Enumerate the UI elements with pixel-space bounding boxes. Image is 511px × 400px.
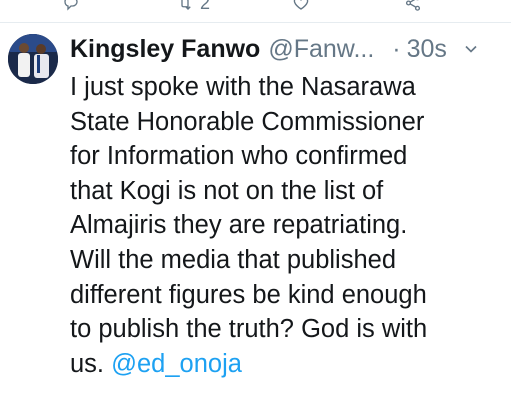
tweet-text-line: I just spoke with the Nasarawa	[70, 73, 416, 101]
author-name[interactable]: Kingsley Fanwo	[70, 35, 260, 64]
tweet-text-line: different figures be kind enough	[70, 280, 427, 309]
reply-button[interactable]	[62, 0, 80, 12]
share-icon	[405, 0, 421, 11]
avatar-photo	[8, 34, 58, 84]
tweet-timestamp[interactable]: 30s	[407, 35, 447, 64]
tweet-text-line: State Honorable Commissioner	[70, 107, 425, 136]
retweet-button[interactable]: 2	[176, 0, 210, 12]
tweet-text-line: to publish the truth? God is with	[70, 315, 428, 344]
separator-dot: ·	[392, 34, 401, 63]
like-icon	[293, 0, 309, 10]
reply-icon	[64, 0, 78, 11]
author-handle[interactable]: @Fanw...	[268, 35, 374, 64]
retweet-count: 2	[200, 0, 211, 13]
tweet-text: I just spoke with the Nasarawa State Hono…	[70, 70, 502, 381]
avatar[interactable]	[8, 34, 58, 84]
share-button[interactable]	[404, 0, 422, 12]
tweet-text-line: Almajiris they are repatriating.	[70, 211, 408, 240]
tweet-text-line-last: us. @ed_onoja	[70, 347, 502, 382]
like-button[interactable]	[292, 0, 310, 12]
chevron-down-icon	[465, 45, 477, 53]
tweet-text-fragment: us.	[70, 349, 112, 378]
tweet-menu-button[interactable]	[461, 39, 481, 59]
tweet-header: Kingsley Fanwo @Fanw... · 30s	[70, 32, 502, 66]
tweet-text-line: that Kogi is not on the list of	[70, 176, 384, 205]
previous-tweet-action-bar: 2	[0, 0, 511, 18]
tweet-divider	[0, 22, 511, 23]
mention-link[interactable]: @ed_onoja	[111, 350, 242, 378]
retweet-icon	[181, 0, 191, 10]
tweet-text-line: Will the media that published	[70, 245, 397, 274]
tweet-text-line: for Information who confirmed	[70, 142, 408, 171]
